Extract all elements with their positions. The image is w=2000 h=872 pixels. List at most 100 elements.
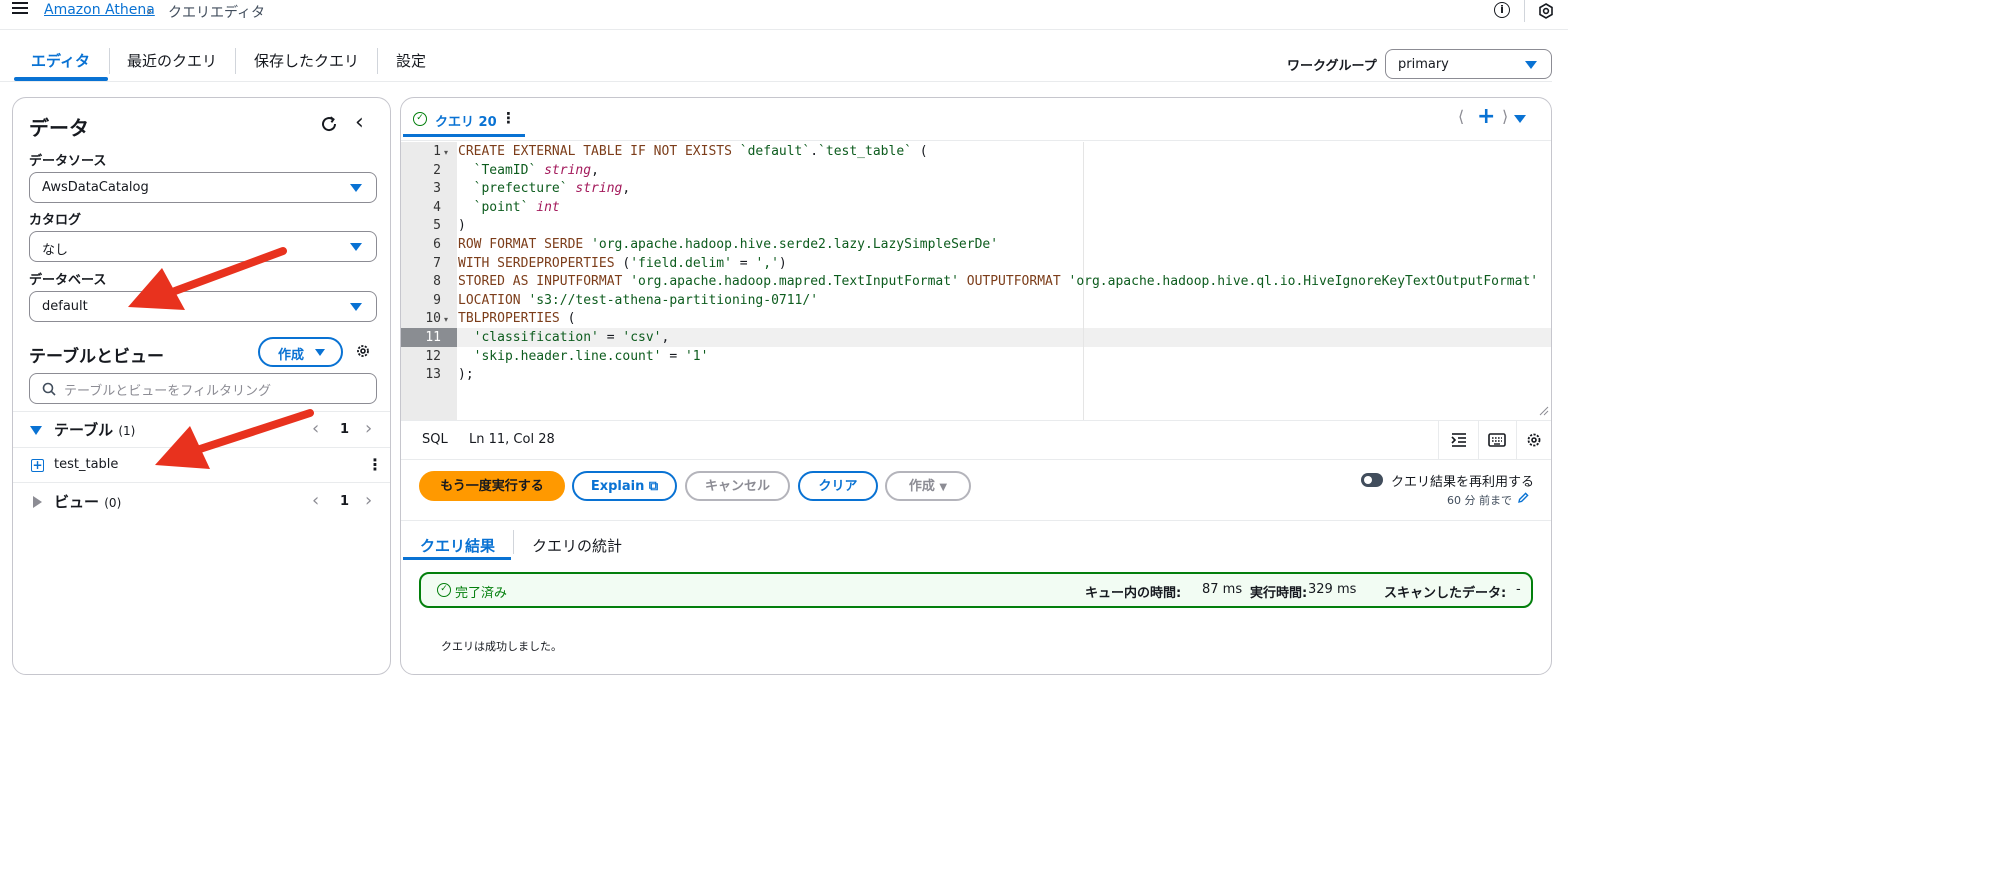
table-item-test-table[interactable]: test_table — [54, 457, 118, 472]
prev-page-icon[interactable]: ‹ — [312, 418, 319, 439]
database-value: default — [42, 299, 88, 314]
code-token: 's3://test-athena-partitioning-0711/' — [528, 292, 819, 308]
menu-icon[interactable] — [12, 2, 28, 16]
code-line[interactable]: `prefecture` string, — [458, 181, 631, 197]
keyboard-icon[interactable] — [1488, 432, 1506, 448]
views-label: ビュー — [54, 493, 100, 511]
tables-and-views-title: テーブルとビュー — [29, 347, 164, 367]
expand-views-icon[interactable] — [33, 496, 42, 508]
add-query-icon[interactable]: + — [1477, 104, 1495, 129]
code-line[interactable]: 'classification' = 'csv', — [458, 330, 670, 345]
code-token: `point` — [473, 199, 529, 215]
tab-settings[interactable]: 設定 — [396, 50, 426, 71]
prev-tab-icon[interactable]: ⟨ — [1458, 107, 1464, 126]
code-line[interactable]: WITH SERDEPROPERTIES ('field.delim' = ',… — [458, 256, 787, 271]
code-token: 'skip.header.line.count' — [473, 348, 662, 364]
divider — [13, 411, 390, 412]
line-number: 9 — [433, 292, 441, 308]
code-line[interactable]: ); — [458, 367, 474, 382]
settings-icon[interactable] — [1538, 3, 1554, 19]
tables-page-number[interactable]: 1 — [340, 422, 349, 437]
workgroup-select[interactable]: primary — [1385, 49, 1552, 79]
code-token: 'org.apache.hadoop.mapred.TextInputForma… — [630, 274, 959, 290]
fold-toggle-icon[interactable]: ▾ — [444, 148, 448, 157]
next-page-icon[interactable]: › — [365, 490, 372, 511]
search-icon — [42, 382, 56, 396]
code-line[interactable]: LOCATION 's3://test-athena-partitioning-… — [458, 293, 818, 308]
catalog-select[interactable]: なし — [29, 231, 377, 262]
divider — [401, 420, 1551, 421]
collapse-panel-icon[interactable]: ‹ — [355, 110, 364, 135]
run-time-label: 実行時間: — [1250, 586, 1308, 601]
tab-recent-queries[interactable]: 最近のクエリ — [127, 50, 217, 71]
code-line[interactable]: TBLPROPERTIES ( — [458, 311, 575, 326]
views-page-number[interactable]: 1 — [340, 494, 349, 509]
next-tab-icon[interactable]: ⟩ — [1502, 107, 1508, 126]
code-line[interactable]: ) — [458, 218, 466, 233]
tab-query-results[interactable]: クエリ結果 — [420, 535, 495, 556]
code-line[interactable]: `TeamID` string, — [458, 163, 599, 178]
code-token: 'field.delim' — [630, 255, 732, 271]
expand-table-icon[interactable]: + — [31, 459, 44, 472]
line-number: 2 — [433, 162, 441, 178]
run-again-button[interactable]: もう一度実行する — [419, 471, 565, 501]
code-token: LOCATION — [458, 292, 529, 308]
breadcrumb-amazon-athena[interactable]: Amazon Athena — [44, 2, 155, 18]
create-button-label: 作成 — [278, 348, 305, 363]
edit-icon[interactable] — [1517, 492, 1529, 504]
code-line[interactable]: `point` int — [458, 200, 560, 215]
external-link-icon: ⧉ — [648, 479, 659, 494]
divider — [401, 459, 1551, 460]
code-line[interactable]: 'skip.header.line.count' = '1' — [458, 348, 709, 364]
data-scanned-label: スキャンしたデータ: — [1384, 586, 1507, 601]
tab-saved-queries[interactable]: 保存したクエリ — [254, 50, 359, 71]
code-token: TBLPROPERTIES — [458, 311, 568, 327]
create-button[interactable]: 作成 ▼ — [885, 471, 971, 501]
reuse-results-label: クエリ結果を再利用する — [1391, 475, 1535, 490]
table-filter-input[interactable]: テーブルとビューをフィルタリング — [29, 373, 377, 404]
datasource-label: データソース — [29, 154, 107, 169]
code-token: , — [661, 330, 670, 345]
reuse-results-toggle[interactable] — [1361, 473, 1383, 487]
code-line[interactable]: STORED AS INPUTFORMAT 'org.apache.hadoop… — [458, 274, 1538, 289]
code-token: string — [575, 181, 623, 197]
queue-time-value: 87 ms — [1202, 582, 1243, 597]
active-query-tab-indicator — [403, 134, 525, 137]
query-tab-menu-icon[interactable]: ⋮ — [501, 109, 516, 127]
tab-editor[interactable]: エディタ — [31, 50, 90, 71]
datasource-select[interactable]: AwsDataCatalog — [29, 172, 377, 203]
refresh-icon[interactable] — [320, 115, 338, 133]
clear-button[interactable]: クリア — [798, 471, 878, 501]
line-number: 11 — [425, 330, 441, 345]
filter-placeholder: テーブルとビューをフィルタリング — [64, 384, 271, 399]
code-token: `default` — [739, 144, 811, 159]
table-actions-icon[interactable]: ⋮ — [367, 455, 383, 474]
info-icon[interactable]: i — [1494, 2, 1510, 18]
tab-list-caret-icon[interactable] — [1514, 115, 1526, 123]
explain-button[interactable]: Explain ⧉ — [572, 471, 677, 501]
tables-group[interactable]: テーブル (1) — [54, 419, 135, 440]
next-page-icon[interactable]: › — [365, 418, 372, 439]
prev-page-icon[interactable]: ‹ — [312, 490, 319, 511]
database-select[interactable]: default — [29, 291, 377, 322]
views-group[interactable]: ビュー (0) — [54, 491, 121, 512]
line-number: 3 — [433, 181, 441, 197]
line-number: 8 — [433, 274, 441, 290]
code-line[interactable]: ROW FORMAT SERDE 'org.apache.hadoop.hive… — [458, 237, 998, 252]
format-query-icon[interactable] — [1450, 432, 1468, 448]
code-token: `TeamID` — [473, 162, 537, 178]
divider — [401, 140, 1551, 141]
code-line[interactable]: CREATE EXTERNAL TABLE IF NOT EXISTS `def… — [458, 144, 928, 159]
gear-icon[interactable] — [355, 343, 371, 359]
views-count: (0) — [104, 496, 122, 510]
resize-handle-icon[interactable] — [1539, 406, 1549, 416]
tab-query-stats[interactable]: クエリの統計 — [532, 535, 622, 556]
expand-tables-icon[interactable] — [30, 426, 42, 435]
create-table-button[interactable]: 作成 — [258, 337, 343, 367]
fold-toggle-icon[interactable]: ▾ — [444, 315, 448, 324]
cancel-button[interactable]: キャンセル — [685, 471, 790, 501]
editor-settings-icon[interactable] — [1526, 432, 1542, 448]
query-tab[interactable]: クエリ 20 — [435, 111, 497, 130]
